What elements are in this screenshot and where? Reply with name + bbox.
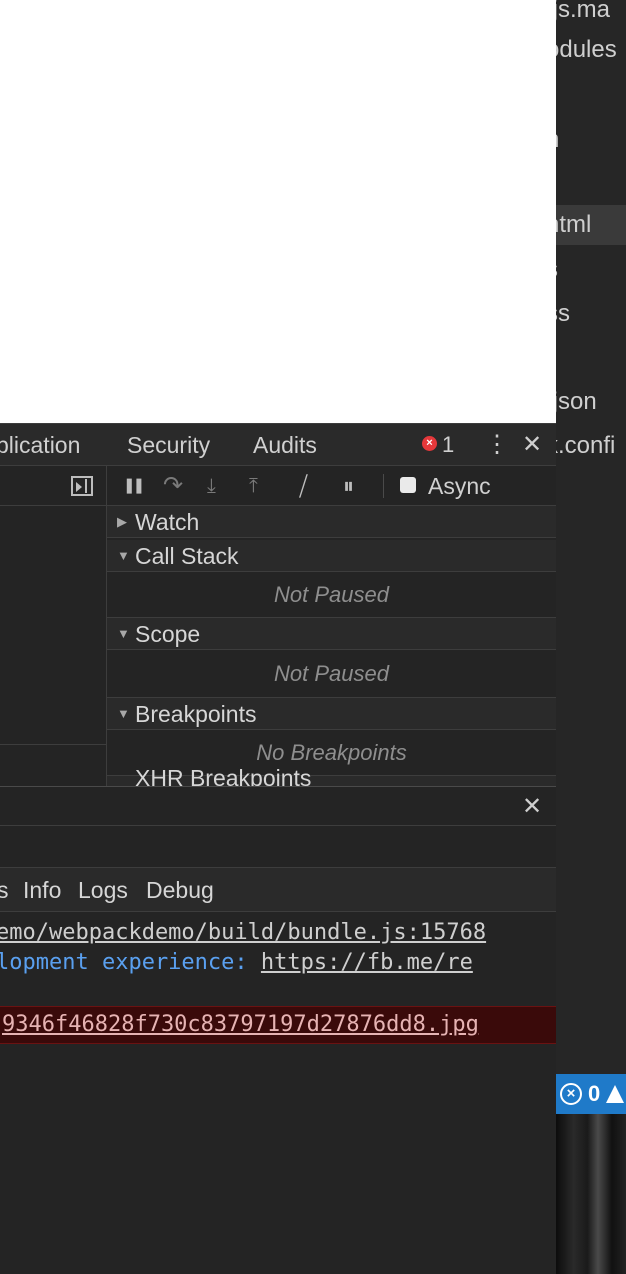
file-item[interactable]: .json [556, 382, 626, 422]
console-error-message: 9346f46828f730c83797197d27876dd8.jpg [0, 1006, 556, 1044]
editor-file-explorer: .js.ma odules n ntml s ss .json k.confi [556, 0, 626, 1074]
tab-security[interactable]: Security [127, 424, 210, 466]
section-call-stack[interactable]: ▼ Call Stack [107, 540, 556, 572]
file-item-active[interactable]: ntml [556, 205, 626, 245]
warning-icon [606, 1085, 625, 1103]
sources-navigator-pane [0, 466, 107, 786]
deactivate-breakpoints-icon[interactable]: ⧸ [299, 466, 308, 506]
message-text: lopment experience: [0, 950, 248, 975]
chevron-down-icon: ▼ [117, 548, 130, 563]
file-item[interactable]: ss [556, 294, 626, 334]
level-info[interactable]: Info [23, 868, 61, 912]
error-count[interactable]: 1 [442, 424, 454, 466]
console-message: emo/webpackdemo/build/bundle.js:15768 [0, 918, 552, 948]
level-debug[interactable]: Debug [146, 868, 214, 912]
source-link[interactable]: emo/webpackdemo/build/bundle.js:15768 [0, 920, 486, 945]
chevron-down-icon: ▼ [117, 626, 130, 641]
console-drawer-header: ✕ [0, 786, 556, 826]
toolbar-separator [383, 474, 384, 498]
error-icon: × [560, 1083, 582, 1105]
step-over-icon[interactable]: ↷ [163, 466, 183, 506]
file-item[interactable]: n [556, 120, 626, 160]
pause-icon[interactable]: ❚❚ [123, 466, 145, 506]
navigator-toolbar [0, 466, 106, 506]
scope-status: Not Paused [107, 650, 556, 698]
close-drawer-icon[interactable]: ✕ [522, 795, 542, 819]
close-devtools-icon[interactable]: ✕ [522, 433, 542, 457]
devtools-tabbar: plication Security Audits × 1 ⋮ ✕ [0, 424, 556, 466]
console-message: lopment experience: https://fb.me/re [0, 948, 552, 978]
divider [0, 744, 106, 745]
toggle-debugger-icon[interactable] [71, 476, 93, 496]
step-out-icon[interactable]: ⤒ [249, 466, 258, 506]
status-bar[interactable]: × 0 [556, 1074, 626, 1114]
error-badge-icon[interactable]: × [422, 436, 437, 451]
section-watch[interactable]: ▶ Watch [107, 506, 556, 538]
page-viewport [0, 0, 556, 423]
tab-application[interactable]: plication [0, 424, 80, 466]
file-item[interactable]: s [556, 250, 626, 290]
section-breakpoints[interactable]: ▼ Breakpoints [107, 698, 556, 730]
chevron-right-icon: ▶ [117, 514, 127, 529]
debugger-toolbar: ❚❚ ↷ ⤓ ⤒ ⧸ ⏸ Async [107, 466, 556, 506]
more-options-icon[interactable]: ⋮ [485, 424, 509, 466]
file-item[interactable]: odules [556, 30, 626, 70]
chevron-down-icon: ▼ [117, 706, 130, 721]
async-checkbox[interactable] [400, 477, 416, 493]
console-levels-row: s Info Logs Debug [0, 868, 556, 912]
tab-audits[interactable]: Audits [253, 424, 317, 466]
file-item[interactable]: .js.ma [556, 0, 626, 30]
background-image [556, 1114, 626, 1274]
call-stack-status: Not Paused [107, 572, 556, 618]
step-into-icon[interactable]: ⤓ [207, 466, 216, 506]
file-item[interactable]: k.confi [556, 426, 626, 466]
debugger-sidebar: ❚❚ ↷ ⤓ ⤒ ⧸ ⏸ Async ▶ Watch ▼ Call Stack … [107, 466, 556, 786]
section-scope[interactable]: ▼ Scope [107, 618, 556, 650]
devtools-panel: plication Security Audits × 1 ⋮ ✕ ❚❚ ↷ ⤓… [0, 423, 556, 1274]
async-label: Async [428, 473, 491, 499]
error-line: 9346f46828f730c83797197d27876dd8.jpg [2, 1007, 558, 1043]
console-filter-row[interactable] [0, 826, 556, 868]
section-xhr-breakpoints[interactable]: XHR Breakpoints [107, 765, 556, 786]
error-count: 0 [588, 1081, 601, 1106]
pause-on-exceptions-icon[interactable]: ⏸ [343, 466, 354, 506]
level-errors[interactable]: s [0, 868, 9, 912]
source-link[interactable]: https://fb.me/re [261, 950, 473, 975]
error-source-link[interactable]: 9346f46828f730c83797197d27876dd8.jpg [2, 1012, 479, 1037]
level-logs[interactable]: Logs [78, 868, 128, 912]
